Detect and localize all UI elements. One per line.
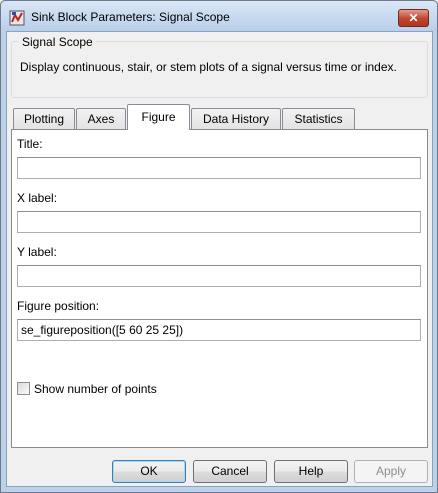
ok-button-label: OK — [140, 464, 158, 478]
help-button[interactable]: Help — [274, 460, 348, 483]
tab-figure[interactable]: Figure — [127, 104, 190, 130]
tab-statistics[interactable]: Statistics — [282, 108, 355, 129]
figure-position-label: Figure position: — [17, 299, 100, 313]
block-description: Display continuous, stair, or stem plots… — [20, 60, 397, 74]
tab-data-history[interactable]: Data History — [191, 108, 281, 129]
cancel-button-label: Cancel — [211, 464, 249, 478]
x-label-field[interactable] — [17, 211, 421, 233]
block-description-group: Signal Scope Display continuous, stair, … — [11, 35, 428, 98]
y-label-label: Y label: — [17, 245, 57, 259]
dialog-window: Sink Block Parameters: Signal Scope ✕ Si… — [0, 0, 438, 493]
window-title: Sink Block Parameters: Signal Scope — [31, 10, 230, 24]
tab-label: Figure — [141, 110, 176, 124]
apply-button-label: Apply — [375, 464, 407, 478]
close-button[interactable]: ✕ — [398, 9, 429, 27]
simulink-block-icon — [9, 10, 25, 26]
tab-label: Axes — [87, 112, 115, 126]
figure-position-field[interactable]: se_figureposition([5 60 25 25]) — [17, 319, 421, 341]
tab-label: Statistics — [294, 112, 343, 126]
help-button-label: Help — [298, 464, 324, 478]
tab-label: Plotting — [23, 112, 65, 126]
x-label-label: X label: — [17, 191, 58, 205]
title-field[interactable] — [17, 157, 421, 179]
tab-axes[interactable]: Axes — [76, 108, 126, 129]
y-label-field[interactable] — [17, 265, 421, 287]
title-bar[interactable]: Sink Block Parameters: Signal Scope ✕ — [1, 1, 437, 31]
group-legend: Signal Scope — [19, 35, 96, 49]
show-number-of-points-checkbox[interactable] — [17, 382, 30, 395]
ok-button[interactable]: OK — [112, 460, 186, 483]
apply-button[interactable]: Apply — [354, 460, 428, 483]
figure-tab-panel: Title: X label: Y label: Figure position… — [11, 129, 428, 448]
close-icon: ✕ — [408, 11, 419, 25]
show-number-of-points-label[interactable]: Show number of points — [34, 382, 157, 396]
tab-plotting[interactable]: Plotting — [13, 108, 75, 129]
title-label: Title: — [17, 137, 43, 151]
tab-label: Data History — [202, 112, 270, 126]
cancel-button[interactable]: Cancel — [193, 460, 267, 483]
dialog-body: Signal Scope Display continuous, stair, … — [6, 31, 433, 487]
